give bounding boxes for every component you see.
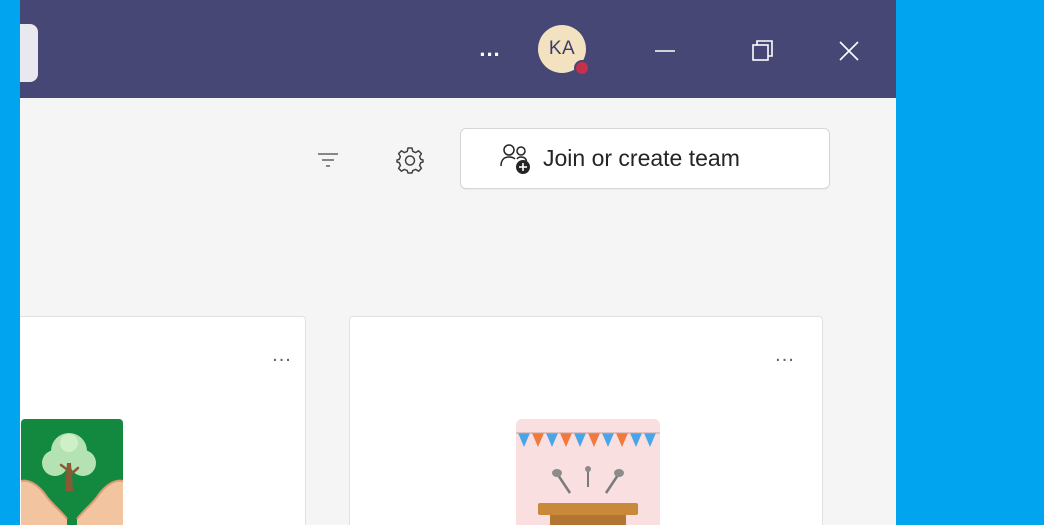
- join-or-create-team-button[interactable]: Join or create team: [460, 128, 830, 189]
- gear-icon: [396, 147, 424, 174]
- tree-in-hands-icon: [21, 419, 123, 525]
- title-bar: ... KA: [20, 0, 896, 98]
- search-box[interactable]: [20, 24, 38, 82]
- team-card-more-button[interactable]: ...: [265, 345, 299, 371]
- minimize-icon: [655, 50, 675, 52]
- user-avatar[interactable]: KA: [538, 25, 590, 76]
- team-card-more-button[interactable]: ...: [768, 345, 802, 371]
- maximize-icon: [752, 40, 773, 61]
- close-icon: [839, 41, 859, 61]
- close-button[interactable]: [826, 28, 872, 74]
- team-card[interactable]: ...: [349, 316, 823, 525]
- team-card[interactable]: ...: [20, 316, 306, 525]
- manage-teams-settings-button[interactable]: [390, 140, 430, 180]
- teams-window: ... KA Join or create team ... ...: [20, 0, 896, 525]
- join-or-create-team-label: Join or create team: [543, 145, 740, 171]
- filter-icon: [318, 153, 338, 167]
- avatar-initials: KA: [548, 38, 576, 59]
- more-options-button[interactable]: ...: [466, 32, 514, 72]
- podium-with-bunting-icon: [516, 419, 660, 525]
- presence-status-badge: [574, 60, 590, 76]
- people-add-icon: [499, 142, 533, 176]
- maximize-button[interactable]: [740, 28, 786, 74]
- minimize-button[interactable]: [642, 28, 688, 74]
- filter-button[interactable]: [310, 142, 346, 178]
